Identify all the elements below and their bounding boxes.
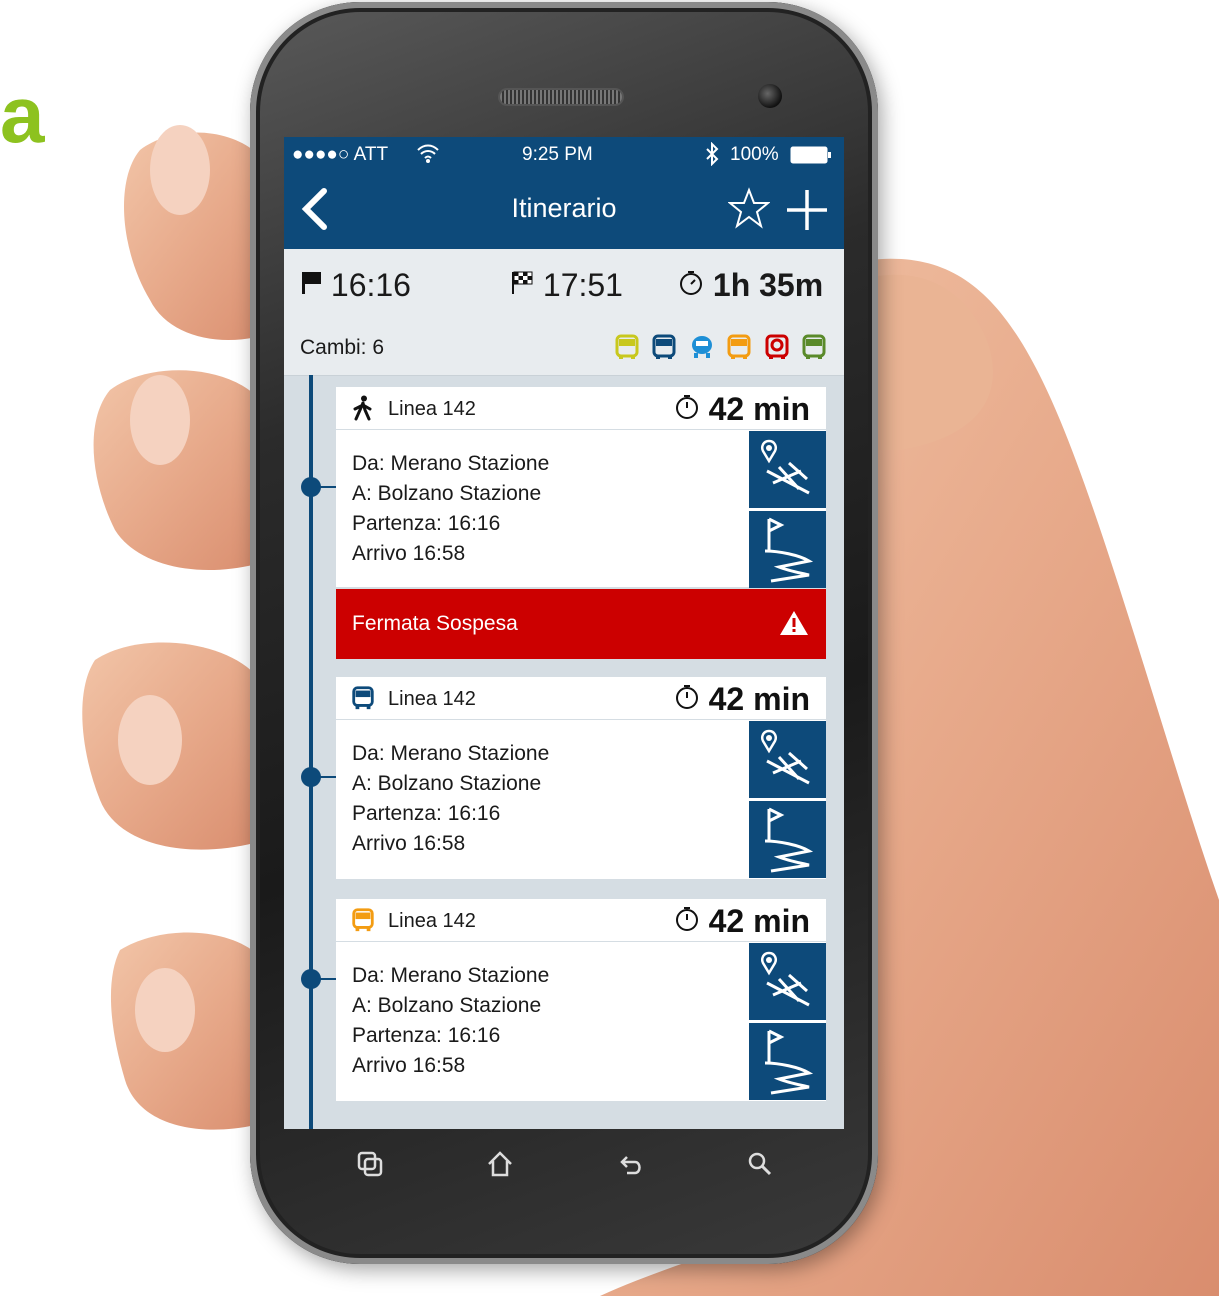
route-flag-icon [764,807,814,873]
total-duration: 1h 35m [712,267,824,303]
stopwatch-icon [680,271,702,295]
timeline-dot [301,477,321,497]
wifi-icon [416,142,440,170]
nav-bar: Itinerario [284,173,844,249]
clock: 9:25 PM [522,144,593,165]
leg-departure: Partenza: 16:16 [352,1024,501,1047]
leg-from: Da: Merano Stazione [352,452,550,475]
stopwatch-icon [675,395,698,419]
warning-icon [780,611,808,635]
trip-summary: 16:16 17:51 1h 35m [284,249,844,322]
leg-details: Da: Merano Stazione A: Bolzano Stazione … [352,739,549,859]
leg-arrival: Arrivo 16:58 [352,542,466,565]
map-button[interactable] [749,431,826,508]
map-pin-icon [761,439,810,495]
arrival-summary: 17:51 [510,267,623,304]
leg-line: Linea 142 [388,398,476,420]
carrier-label: ●●●●○ ATT [292,144,389,165]
bus-icon [352,686,374,710]
route-button[interactable] [749,511,826,588]
leg-departure: Partenza: 16:16 [352,512,501,535]
favorite-button[interactable] [727,187,771,238]
leg-from: Da: Merano Stazione [352,964,550,987]
checkered-flag-icon [512,271,533,294]
transfers-row: Cambi: 6 [284,321,844,376]
stopwatch-icon [675,907,698,931]
route-button[interactable] [749,1023,826,1100]
bus-icon [802,334,826,359]
mode-icons [608,333,828,366]
speaker-grille [500,90,622,104]
leg-from: Da: Merano Stazione [352,742,550,765]
plus-icon [787,190,827,230]
leg-details: Da: Merano Stazione A: Bolzano Stazione … [352,449,549,569]
leg-card[interactable]: Linea 142 42 min Da: Merano Stazione A: … [336,387,826,588]
timeline-dot [301,767,321,787]
leg-to: A: Bolzano Stazione [352,994,542,1017]
departure-time: 16:16 [330,267,411,303]
leg-card[interactable]: Linea 142 42 min Da: Merano Stazione A: … [336,677,826,879]
search-icon[interactable] [740,1149,780,1183]
status-bar: ●●●●○ ATT 9:25 PM 100% [284,137,844,173]
duration-summary: 1h 35m [678,267,823,304]
bus-icon [691,336,712,358]
bluetooth-icon [704,141,720,172]
battery-label: 100% [730,144,779,165]
leg-arrival: Arrivo 16:58 [352,1054,466,1077]
add-button[interactable] [784,177,830,246]
battery-icon [790,146,832,170]
leg-to: A: Bolzano Stazione [352,482,542,505]
stopwatch-icon [675,685,698,709]
home-icon[interactable] [480,1149,520,1183]
recent-apps-icon[interactable] [350,1149,390,1183]
bus-icon [765,334,789,359]
leg-card[interactable]: Linea 142 42 min Da: Merano Stazione A: … [336,899,826,1101]
map-pin-icon [761,951,810,1007]
suspended-stop-alert[interactable]: Fermata Sospesa [336,589,826,659]
leg-to: A: Bolzano Stazione [352,772,542,795]
leg-line: Linea 142 [388,910,476,932]
map-button[interactable] [749,721,826,798]
route-flag-icon [764,1029,814,1095]
leg-arrival: Arrivo 16:58 [352,832,466,855]
leg-header: Linea 142 42 min [336,899,826,942]
leg-duration: 42 min [674,681,810,718]
transfers-label: Cambi: 6 [300,336,385,359]
app-screen: ●●●●○ ATT 9:25 PM 100% Itinerario 16:16 [284,137,844,1129]
leg-details: Da: Merano Stazione A: Bolzano Stazione … [352,961,549,1081]
walk-icon [353,395,372,421]
leg-duration: 42 min [674,391,810,428]
leg-duration: 42 min [674,903,810,940]
leg-departure: Partenza: 16:16 [352,802,501,825]
leg-line: Linea 142 [388,688,476,710]
front-camera [758,84,782,108]
bus-icon [652,334,676,359]
leg-header: Linea 142 42 min [336,677,826,720]
arrival-time: 17:51 [542,267,623,303]
back-icon[interactable] [612,1149,652,1183]
bus-icon [615,334,639,359]
timeline-dot [301,969,321,989]
star-icon [727,187,771,229]
map-button[interactable] [749,943,826,1020]
flag-icon [302,272,321,294]
bus-icon [352,908,374,932]
departure-summary: 16:16 [300,267,411,304]
route-button[interactable] [749,801,826,878]
android-softkeys [250,1137,878,1197]
alert-text: Fermata Sospesa [352,612,518,635]
map-pin-icon [761,729,810,785]
leg-header: Linea 142 42 min [336,387,826,430]
bus-icon [727,334,751,359]
route-flag-icon [764,517,814,583]
